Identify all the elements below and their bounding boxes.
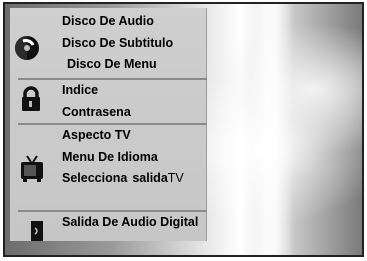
select-output-suffix: TV	[167, 171, 184, 185]
select-output-prefix: Selecciona	[62, 171, 128, 185]
menu-item-password[interactable]: Contrasena	[62, 105, 131, 119]
menu-divider	[18, 123, 207, 125]
setup-menu-panel: Disco De Audio Disco De Subtitulo Disco …	[10, 8, 207, 241]
menu-item-tv-aspect[interactable]: Aspecto TV	[62, 128, 131, 142]
video-screen: Disco De Audio Disco De Subtitulo Disco …	[3, 2, 364, 257]
menu-item-menu-language[interactable]: Menu De Idioma	[62, 150, 158, 164]
menu-item-digital-audio-output[interactable]: Salida De Audio Digital	[62, 215, 198, 229]
background-light-beam	[248, 4, 294, 255]
select-output-word: salida	[132, 171, 168, 185]
menu-divider	[18, 78, 207, 80]
menu-divider	[18, 210, 207, 212]
menu-item-disc-menu[interactable]: Disco De Menu	[67, 57, 157, 71]
menu-item-disc-audio[interactable]: Disco De Audio	[62, 14, 154, 28]
tv-icon	[20, 155, 44, 183]
speaker-icon	[30, 220, 44, 242]
menu-item-rating[interactable]: Indice	[62, 83, 98, 97]
menu-item-disc-subtitle[interactable]: Disco De Subtitulo	[62, 36, 173, 50]
lock-icon	[20, 86, 42, 112]
disc-icon	[14, 35, 40, 61]
menu-item-select-tv-output[interactable]: Selecciona salidaTV	[62, 171, 184, 185]
